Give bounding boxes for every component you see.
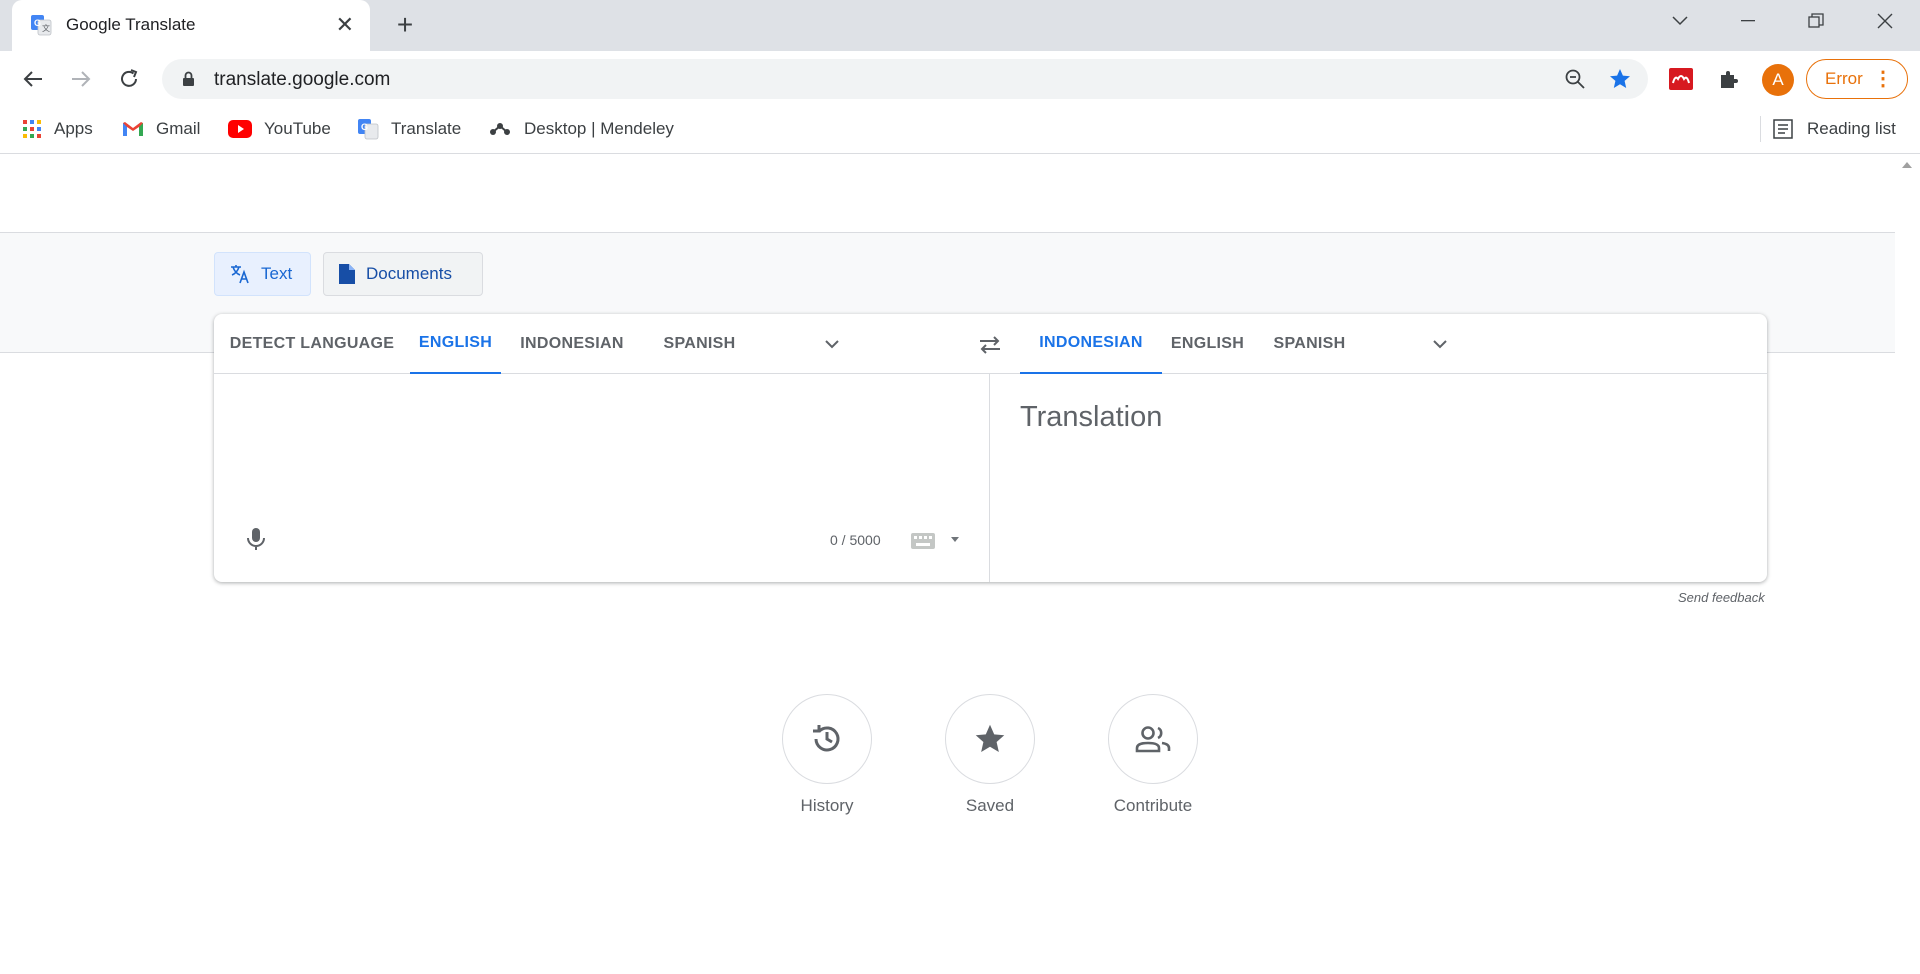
close-window-button[interactable] [1857,0,1913,42]
language-bar: DETECT LANGUAGE ENGLISH INDONESIAN SPANI… [214,314,1767,374]
contribute-label: Contribute [1113,796,1193,815]
arrow-left-icon [23,71,42,87]
documents-mode-label: Documents [366,264,452,283]
source-lang-english[interactable]: ENGLISH [410,314,501,374]
page-scrollbar[interactable] [1895,154,1920,974]
scroll-up-arrow-icon[interactable] [1902,162,1912,168]
keyboard-dropdown-icon[interactable] [951,537,959,542]
tab-search-button[interactable] [1652,0,1708,42]
chevron-down-icon [1672,16,1688,26]
bookmarks-bar: Apps Gmail YouTube G Translate Desktop |… [0,105,1920,154]
text-mode-label: Text [261,264,293,283]
profile-avatar[interactable]: A [1762,64,1794,96]
send-feedback-link[interactable]: Send feedback [1678,590,1765,605]
saved-label: Saved [965,796,1015,815]
svg-text:文: 文 [42,23,50,33]
reading-list-label: Reading list [1807,119,1896,138]
arrow-right-icon [72,71,91,87]
browser-tab[interactable]: G 文 Google Translate ✕ [12,0,370,51]
translate-text-icon [231,265,249,284]
star-icon [975,724,1005,753]
bookmark-mendeley[interactable]: Desktop | Mendeley [488,116,674,142]
tab-strip: G 文 Google Translate ✕ + [0,0,1920,51]
forward-button[interactable] [66,64,96,94]
target-more-languages-chevron-icon[interactable] [1428,332,1452,356]
bookmark-label: Translate [391,119,462,138]
history-action[interactable]: History [782,694,872,815]
translate-icon: G [358,119,379,140]
reload-button[interactable] [114,64,144,94]
google-translate-favicon-icon: G 文 [31,15,52,36]
people-icon [1135,726,1171,753]
bookmark-label: Apps [54,119,93,138]
bookmark-label: Desktop | Mendeley [524,119,674,138]
text-mode-button[interactable]: Text [214,252,312,296]
source-panel: 0 / 5000 [214,375,989,582]
contribute-button[interactable] [1108,694,1198,784]
microphone-icon[interactable] [242,525,270,553]
puzzle-piece-icon [1721,71,1738,88]
translation-card: DETECT LANGUAGE ENGLISH INDONESIAN SPANI… [214,314,1767,582]
lock-icon [183,71,194,86]
error-button[interactable]: Error ⋮ [1806,59,1908,99]
bookmark-gmail[interactable]: Gmail [122,116,200,142]
error-label: Error [1825,69,1863,88]
reading-list-button[interactable]: Reading list [1760,116,1896,142]
youtube-icon [228,120,252,138]
reading-list-icon [1773,119,1793,139]
swap-languages-icon[interactable] [976,331,1004,359]
target-panel: Translation [990,375,1767,582]
close-tab-icon[interactable]: ✕ [336,12,354,38]
bookmark-apps[interactable]: Apps [22,116,93,142]
extensions-button[interactable] [1715,65,1743,93]
close-icon [1877,13,1893,29]
source-lang-detect[interactable]: DETECT LANGUAGE [214,314,410,374]
source-text-input[interactable] [234,393,954,513]
tab-title: Google Translate [66,15,196,34]
bookmark-label: Gmail [156,119,201,138]
history-label: History [800,796,854,815]
source-more-languages-chevron-icon[interactable] [820,332,844,356]
mendeley-extension-button[interactable] [1667,65,1695,93]
minimize-icon [1741,20,1755,22]
source-lang-spanish[interactable]: SPANISH [643,314,756,374]
new-tab-button[interactable]: + [390,11,420,41]
history-icon [813,725,840,752]
zoom-out-icon[interactable] [1564,68,1586,90]
mendeley-icon [1669,68,1693,90]
character-count: 0 / 5000 [830,532,881,548]
back-button[interactable] [18,64,48,94]
target-lang-english[interactable]: ENGLISH [1162,314,1253,374]
documents-mode-button[interactable]: Documents [323,252,483,296]
saved-action[interactable]: Saved [945,694,1035,815]
bookmark-star-icon[interactable] [1608,67,1632,91]
reload-icon [121,69,138,87]
gmail-icon [123,122,143,136]
svg-text:G: G [361,122,368,132]
translate-page: Text Documents DETECT LANGUAGE ENGLISH I… [0,154,1895,974]
svg-text:G: G [34,18,41,28]
restore-button[interactable] [1788,0,1844,42]
bookmark-youtube[interactable]: YouTube [228,116,331,142]
address-bar[interactable]: translate.google.com [162,59,1648,99]
browser-toolbar: translate.google.com A Error ⋮ [0,51,1920,105]
bookmark-translate[interactable]: G Translate [357,116,461,142]
kebab-menu-icon: ⋮ [1873,68,1893,90]
mendeley-icon [490,123,510,135]
apps-grid-icon [23,120,41,138]
document-icon [339,264,355,284]
bookmark-label: YouTube [264,119,331,138]
target-lang-indonesian[interactable]: INDONESIAN [1020,314,1162,374]
history-button[interactable] [782,694,872,784]
minimize-button[interactable] [1720,0,1776,42]
saved-button[interactable] [945,694,1035,784]
contribute-action[interactable]: Contribute [1108,694,1198,815]
keyboard-icon[interactable] [911,533,935,549]
restore-icon [1808,13,1824,28]
url-text[interactable]: translate.google.com [214,69,390,91]
source-lang-indonesian[interactable]: INDONESIAN [501,314,643,374]
translation-output: Translation [1020,401,1163,433]
target-lang-spanish[interactable]: SPANISH [1253,314,1366,374]
